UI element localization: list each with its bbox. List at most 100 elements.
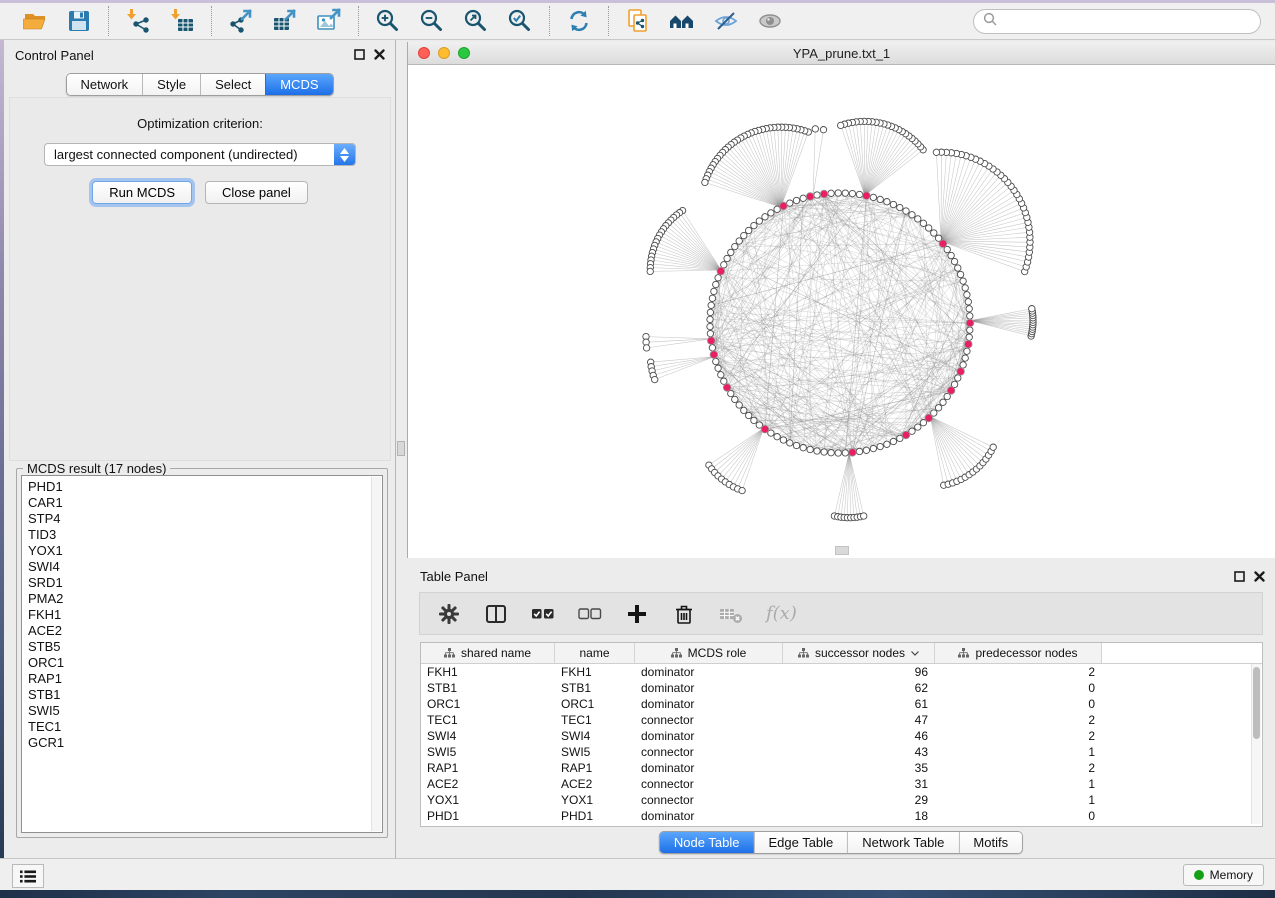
- memory-button[interactable]: Memory: [1183, 864, 1264, 886]
- mcds-result-item: ORC1: [22, 655, 382, 671]
- cell-successors: 96: [783, 665, 935, 679]
- float-panel-icon[interactable]: [1234, 569, 1245, 587]
- search-field[interactable]: [973, 9, 1261, 34]
- close-window-icon[interactable]: [418, 47, 430, 59]
- mcds-result-item: GCR1: [22, 735, 382, 751]
- maximize-window-icon[interactable]: [458, 47, 470, 59]
- list-icon: [20, 870, 36, 883]
- export-table-icon[interactable]: [271, 7, 299, 35]
- tab-edge-table[interactable]: Edge Table: [753, 832, 847, 853]
- mcds-list-scrollbar[interactable]: [371, 477, 381, 831]
- delete-column-icon[interactable]: [672, 602, 696, 626]
- table-toolbar: f(x): [419, 592, 1263, 635]
- export-image-icon[interactable]: [315, 7, 343, 35]
- cell-name: FKH1: [555, 665, 635, 679]
- cell-successors: 18: [783, 809, 935, 823]
- tab-network-table[interactable]: Network Table: [847, 832, 958, 853]
- first-neighbors-icon[interactable]: [668, 7, 696, 35]
- zoom-selected-icon[interactable]: [506, 7, 534, 35]
- mcds-result-item: STB1: [22, 687, 382, 703]
- cell-predecessors: 2: [935, 729, 1102, 743]
- table-settings-icon[interactable]: [437, 602, 461, 626]
- close-panel-button[interactable]: Close panel: [205, 181, 308, 204]
- tab-style[interactable]: Style: [142, 74, 200, 95]
- import-table-icon[interactable]: [168, 7, 196, 35]
- import-network-icon[interactable]: [124, 7, 152, 35]
- search-input[interactable]: [1003, 13, 1251, 30]
- cell-shared-name: ORC1: [421, 697, 555, 711]
- cell-name: SWI5: [555, 745, 635, 759]
- column-header-label: MCDS role: [688, 646, 747, 660]
- copy-network-icon[interactable]: [624, 7, 652, 35]
- toolbar-group-export: [212, 7, 358, 35]
- cell-role: dominator: [635, 665, 783, 679]
- close-panel-icon[interactable]: [374, 47, 385, 65]
- network-window: YPA_prune.txt_1: [407, 42, 1275, 558]
- table-scrollbar[interactable]: [1251, 664, 1261, 824]
- close-panel-icon[interactable]: [1254, 569, 1265, 587]
- column-header-predecessor-nodes[interactable]: predecessor nodes: [935, 643, 1102, 663]
- mcds-result-item: RAP1: [22, 671, 382, 687]
- column-namespace-icon: [444, 648, 455, 658]
- table-row[interactable]: ORC1ORC1dominator610: [421, 696, 1262, 712]
- show-columns-icon[interactable]: [484, 602, 508, 626]
- zoom-in-icon[interactable]: [374, 7, 402, 35]
- mcds-result-item: SWI4: [22, 559, 382, 575]
- zoom-out-icon[interactable]: [418, 7, 446, 35]
- run-mcds-button[interactable]: Run MCDS: [92, 181, 192, 204]
- cell-successors: 35: [783, 761, 935, 775]
- column-header-filler: [1102, 643, 1262, 663]
- network-window-titlebar: YPA_prune.txt_1: [408, 42, 1275, 65]
- cell-predecessors: 2: [935, 665, 1102, 679]
- table-scrollbar-thumb[interactable]: [1253, 667, 1260, 739]
- tab-mcds[interactable]: MCDS: [265, 74, 332, 95]
- float-panel-icon[interactable]: [354, 47, 365, 65]
- table-row[interactable]: YOX1YOX1connector291: [421, 792, 1262, 808]
- table-row[interactable]: SWI5SWI5connector431: [421, 744, 1262, 760]
- open-file-icon[interactable]: [21, 7, 49, 35]
- mcds-result-item: PHD1: [22, 479, 382, 495]
- column-header-name[interactable]: name: [555, 643, 635, 663]
- panel-splitter-handle[interactable]: [397, 441, 405, 456]
- mcds-tab-content: Optimization criterion: largest connecte…: [9, 97, 391, 461]
- export-network-icon[interactable]: [227, 7, 255, 35]
- column-header-shared-name[interactable]: shared name: [421, 643, 555, 663]
- table-row[interactable]: FKH1FKH1dominator962: [421, 664, 1262, 680]
- tab-select[interactable]: Select: [200, 74, 265, 95]
- table-row[interactable]: TEC1TEC1connector472: [421, 712, 1262, 728]
- show-all-icon[interactable]: [756, 7, 784, 35]
- tab-node-table[interactable]: Node Table: [660, 832, 754, 853]
- minimize-window-icon[interactable]: [438, 47, 450, 59]
- panel-menu-button[interactable]: [12, 864, 44, 888]
- table-row[interactable]: RAP1RAP1dominator352: [421, 760, 1262, 776]
- tab-motifs[interactable]: Motifs: [958, 832, 1022, 853]
- table-row[interactable]: STB1STB1dominator620: [421, 680, 1262, 696]
- criterion-dropdown[interactable]: largest connected component (undirected): [44, 143, 356, 166]
- canvas-splitter-handle[interactable]: [835, 546, 849, 555]
- tab-network[interactable]: Network: [66, 74, 142, 95]
- add-column-icon[interactable]: [625, 602, 649, 626]
- function-builder-icon: f(x): [766, 603, 797, 624]
- table-row[interactable]: ACE2ACE2connector311: [421, 776, 1262, 792]
- column-header-MCDS-role[interactable]: MCDS role: [635, 643, 783, 663]
- network-canvas[interactable]: [408, 64, 1275, 558]
- hide-selected-icon[interactable]: [712, 7, 740, 35]
- toolbar-group-view: [609, 7, 799, 35]
- cell-successors: 43: [783, 745, 935, 759]
- table-row[interactable]: SWI4SWI4dominator462: [421, 728, 1262, 744]
- mcds-result-item: YOX1: [22, 543, 382, 559]
- column-header-successor-nodes[interactable]: successor nodes: [783, 643, 935, 663]
- column-namespace-icon: [958, 648, 969, 658]
- save-session-icon[interactable]: [65, 7, 93, 35]
- cell-predecessors: 1: [935, 777, 1102, 791]
- mcds-result-item: TEC1: [22, 719, 382, 735]
- deselect-all-icon[interactable]: [578, 602, 602, 626]
- refresh-icon[interactable]: [565, 7, 593, 35]
- zoom-fit-icon[interactable]: [462, 7, 490, 35]
- select-all-icon[interactable]: [531, 602, 555, 626]
- cell-role: dominator: [635, 729, 783, 743]
- cell-successors: 29: [783, 793, 935, 807]
- table-row[interactable]: PHD1PHD1dominator180: [421, 808, 1262, 824]
- memory-label: Memory: [1210, 868, 1253, 882]
- mcds-result-group: MCDS result (17 nodes) PHD1CAR1STP4TID3Y…: [16, 468, 388, 838]
